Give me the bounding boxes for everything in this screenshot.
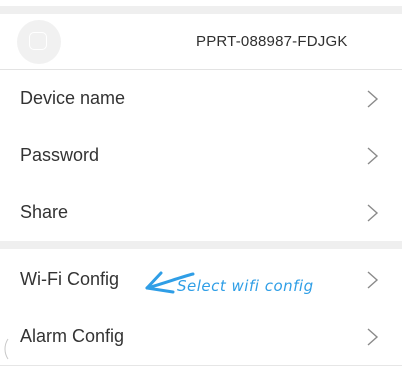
menu-item-password[interactable]: Password bbox=[0, 127, 402, 185]
device-avatar[interactable] bbox=[17, 20, 61, 64]
wifi-config-callout: Select wifi config bbox=[143, 259, 358, 305]
camera-device-icon bbox=[29, 32, 47, 50]
scroll-edge-mark bbox=[4, 338, 9, 360]
callout-text: Select wifi config bbox=[177, 277, 314, 295]
chevron-right-icon bbox=[364, 203, 380, 223]
device-id: PPRT-088987-FDJGK bbox=[196, 33, 348, 50]
menu-item-label: Share bbox=[20, 202, 69, 222]
menu-item-label: Password bbox=[20, 145, 100, 165]
chevron-right-icon bbox=[364, 146, 380, 166]
chevron-right-icon bbox=[364, 89, 380, 109]
menu-item-share[interactable]: Share bbox=[0, 184, 402, 241]
chevron-right-icon bbox=[364, 270, 380, 290]
menu-item-label: Wi-Fi Config bbox=[20, 269, 120, 289]
menu-item-label: Device name bbox=[20, 88, 126, 108]
menu-item-label: Alarm Config bbox=[20, 326, 125, 346]
chevron-right-icon bbox=[364, 327, 380, 347]
menu-item-device-name[interactable]: Device name bbox=[0, 70, 402, 128]
top-separator-band bbox=[0, 6, 402, 14]
device-header: PPRT-088987-FDJGK bbox=[0, 14, 402, 70]
menu-item-alarm-config[interactable]: Alarm Config bbox=[0, 308, 402, 366]
section-separator-band bbox=[0, 241, 402, 249]
